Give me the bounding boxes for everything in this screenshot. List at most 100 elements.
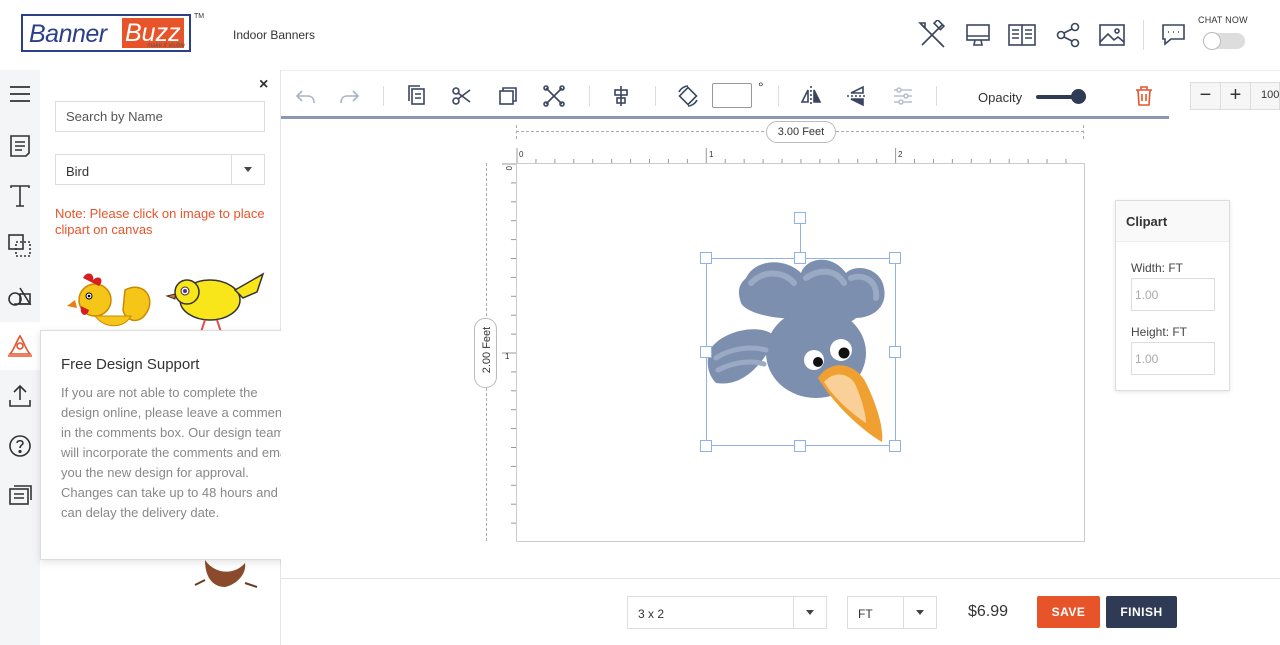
clipart-properties-card: Clipart Width: FT Height: FT	[1115, 200, 1230, 391]
align-center-icon[interactable]	[609, 84, 633, 108]
resize-handle-top-left[interactable]	[700, 252, 712, 264]
height-dimension-label: 2.00 Feet	[474, 318, 497, 388]
rotation-input[interactable]	[712, 83, 752, 108]
flip-horizontal-icon[interactable]	[799, 84, 823, 108]
toolbar-progress-line	[281, 116, 1169, 119]
category-value: Bird	[66, 164, 90, 179]
book-preview-icon[interactable]	[1007, 20, 1037, 50]
menu-icon[interactable]	[6, 80, 34, 108]
finish-button[interactable]: FINISH	[1106, 596, 1177, 628]
hruler-label-2: 2	[898, 150, 903, 159]
hruler-label-1: 1	[709, 150, 714, 159]
resize-handle-top[interactable]	[794, 252, 806, 264]
bottom-bar: 3 x 2 FT $6.99 SAVE FINISH	[281, 578, 1280, 645]
comments-icon[interactable]	[6, 482, 34, 510]
header-divider	[1143, 20, 1144, 50]
cut-icon[interactable]	[450, 84, 474, 108]
clipart-note: Note: Please click on image to place cli…	[55, 206, 265, 237]
help-icon[interactable]	[6, 432, 34, 460]
resize-handle-bottom-left[interactable]	[700, 440, 712, 452]
degree-symbol: °	[758, 79, 764, 95]
chat-now-label: CHAT NOW	[1198, 15, 1248, 25]
properties-header: Clipart	[1116, 201, 1229, 242]
duplicate-icon[interactable]	[496, 84, 520, 108]
text-tool-icon[interactable]	[6, 182, 34, 210]
product-name: Indoor Banners	[233, 28, 316, 42]
canvas-toolbar: ° Opacity − + 100	[281, 70, 1280, 120]
design-support-popup: Free Design Support × If you are not abl…	[40, 330, 310, 560]
height-dimension-text: 2.00 Feet	[481, 326, 493, 374]
copy-icon[interactable]	[405, 84, 429, 108]
zoom-control: − + 100	[1190, 82, 1280, 110]
redo-icon[interactable]	[338, 84, 362, 108]
chat-toggle[interactable]	[1203, 32, 1245, 50]
toolbar-divider	[778, 86, 779, 106]
toolbar-divider	[936, 86, 937, 106]
shapes-layers-icon[interactable]	[6, 232, 34, 260]
flip-vertical-icon[interactable]	[845, 84, 869, 108]
width-dimension-label: 3.00 Feet	[766, 121, 836, 143]
chevron-down-icon[interactable]	[903, 597, 936, 628]
price: $6.99	[968, 603, 1009, 620]
shapes-icon[interactable]	[6, 282, 34, 310]
logo-tagline: make it visible	[147, 43, 185, 49]
desktop-preview-icon[interactable]	[963, 20, 993, 50]
unit-value: FT	[858, 607, 873, 621]
crop-cross-icon[interactable]	[542, 84, 566, 108]
horizontal-ruler: 0 1 2	[516, 148, 1067, 163]
image-gallery-icon[interactable]	[1097, 20, 1127, 50]
logo-trademark: TM	[194, 13, 205, 20]
save-button[interactable]: SAVE	[1037, 596, 1100, 628]
support-title: Free Design Support	[61, 356, 200, 373]
share-icon[interactable]	[1053, 20, 1083, 50]
panel-close-icon[interactable]: ×	[259, 76, 268, 94]
resize-handle-top-right[interactable]	[889, 252, 901, 264]
resize-handle-bottom-right[interactable]	[889, 440, 901, 452]
clipart-icon[interactable]	[6, 332, 34, 360]
hruler-label-0: 0	[519, 150, 524, 159]
toolbar-divider	[589, 86, 590, 106]
vruler-label-1: 1	[505, 352, 510, 361]
chat-icon[interactable]	[1160, 20, 1190, 50]
unit-select[interactable]: FT	[847, 596, 937, 629]
tool-rail	[0, 70, 40, 645]
zoom-in-button[interactable]: +	[1221, 83, 1251, 109]
support-body: If you are not able to complete the desi…	[61, 385, 293, 520]
design-tools-icon[interactable]	[917, 18, 947, 50]
properties-title: Clipart	[1126, 214, 1168, 229]
resize-handle-bottom[interactable]	[794, 440, 806, 452]
toolbar-divider	[383, 86, 384, 106]
templates-icon[interactable]	[6, 132, 34, 160]
delete-icon[interactable]	[1132, 84, 1156, 108]
resize-handle-left[interactable]	[700, 346, 712, 358]
clipart-category-select[interactable]: Bird	[55, 154, 265, 185]
bannerbuzz-logo[interactable]: Banner Buzz make it visible	[21, 14, 191, 52]
zoom-value: 100	[1261, 89, 1280, 101]
chevron-down-icon[interactable]	[793, 597, 826, 628]
adjust-sliders-icon[interactable]	[891, 84, 915, 108]
toolbar-divider	[655, 86, 656, 106]
chevron-down-icon[interactable]	[231, 155, 264, 184]
brown-bird-clipart[interactable]	[185, 555, 265, 595]
opacity-label: Opacity	[978, 90, 1023, 105]
rotate-icon[interactable]	[676, 84, 700, 108]
clipart-selection-box[interactable]	[706, 258, 896, 446]
size-select[interactable]: 3 x 2	[627, 596, 827, 629]
vertical-ruler: 0 1	[502, 163, 516, 524]
rotation-handle[interactable]	[794, 212, 806, 224]
chat-toggle-knob	[1203, 32, 1221, 50]
size-value: 3 x 2	[638, 607, 665, 621]
height-input[interactable]	[1131, 342, 1215, 375]
upload-icon[interactable]	[6, 382, 34, 410]
vruler-label-0: 0	[504, 166, 513, 171]
opacity-slider-handle[interactable]	[1071, 89, 1086, 104]
undo-icon[interactable]	[293, 84, 317, 108]
clipart-search-input[interactable]	[55, 101, 265, 132]
resize-handle-right[interactable]	[889, 346, 901, 358]
logo-text-banner: Banner	[29, 20, 107, 48]
zoom-out-button[interactable]: −	[1191, 83, 1221, 109]
width-input[interactable]	[1131, 278, 1215, 311]
width-label: Width: FT	[1131, 261, 1184, 275]
height-label: Height: FT	[1131, 325, 1188, 339]
header: Banner Buzz make it visible TM Indoor Ba…	[0, 0, 1280, 70]
